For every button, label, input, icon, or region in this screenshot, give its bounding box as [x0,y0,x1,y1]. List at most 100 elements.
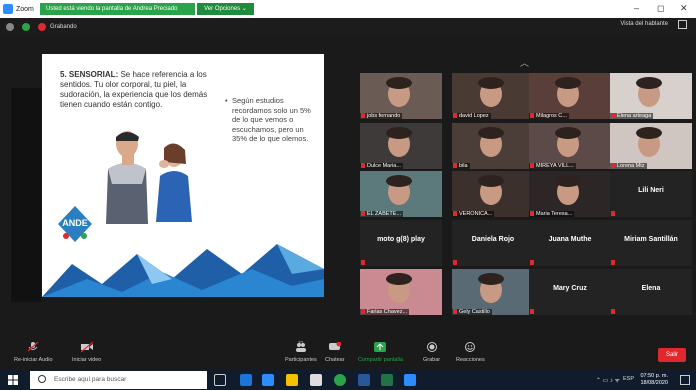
muted-mic-icon [530,260,534,265]
recording-label: Grabando [50,23,77,30]
muted-mic-icon [453,211,457,216]
participant-name: EL ZABETE... [360,211,404,217]
leave-button[interactable]: Salir [658,348,686,362]
notifications-icon[interactable] [680,375,690,385]
participant-hair [386,127,412,139]
muted-mic-icon [530,211,534,216]
participant-gallery: jobs fernando david Lopez Milagros C... Ele… [360,73,696,317]
taskbar-clock[interactable]: 07:50 p. m. 18/08/2020 [640,373,668,387]
participant-name: MIREYA VILL... [529,163,576,169]
participant-tile[interactable]: Milagros C... [529,73,611,119]
chat-button[interactable]: Chatear [325,341,345,363]
participant-tile[interactable]: Juana Muthe [529,220,611,266]
participant-name: Daniela Rojo [471,236,515,243]
reactions-label: Reacciones [456,357,485,363]
participant-tile[interactable]: Farias Chavez... [360,269,442,315]
participant-tile[interactable]: Gely Castillo [452,269,534,315]
participant-hair [555,175,581,187]
record-button[interactable]: Grabar [423,342,440,363]
participant-name: Elena [641,285,661,292]
participant-name: Milagros C... [529,113,569,119]
muted-mic-icon [611,211,615,216]
collapse-gallery-icon[interactable]: ︿ [520,56,529,69]
audio-label: Re-iniciar Audio [14,357,53,363]
participant-tile[interactable]: bila [452,123,534,169]
participant-hair [636,77,662,89]
audio-button[interactable]: Re-iniciar Audio [14,341,53,363]
close-button[interactable]: ✕ [680,3,688,14]
video-button[interactable]: Iniciar video [72,341,101,363]
maximize-button[interactable]: ◻ [657,3,664,14]
meeting-top-strip: Grabando [0,18,696,35]
muted-mic-icon [361,113,365,118]
share-screen-button[interactable]: Compartir pantalla [358,342,403,363]
microphone-icon [27,341,39,352]
participant-hair [478,175,504,187]
search-icon [38,375,46,383]
system-tray-icons[interactable]: ⌃ ▭ ♪ ᯤ [596,376,620,384]
participant-name: Maria Teresa... [529,211,575,217]
participant-tile[interactable]: VERONICA... [452,171,534,217]
file-explorer-icon[interactable] [286,374,298,386]
muted-mic-icon [453,163,457,168]
record-icon [38,22,46,31]
windows-start-icon[interactable] [8,375,18,385]
participant-name: Farias Chavez... [360,309,410,315]
participant-name: Elena arteaga [610,113,654,119]
slide-text-block: 5. SENSORIAL: Se hace referencia a los s… [60,70,220,110]
language-indicator[interactable]: ESP [623,376,634,382]
fullscreen-icon[interactable] [678,20,687,29]
participant-name: moto g(8) play [377,236,425,243]
word-icon[interactable] [358,374,370,386]
participant-hair [386,273,412,285]
info-icon[interactable] [6,22,14,31]
participant-tile[interactable]: Maria Teresa... [529,171,611,217]
participant-hair [636,127,662,139]
task-view-icon[interactable] [214,374,226,386]
participant-tile[interactable]: Lorena Mtz [610,123,692,169]
participant-tile[interactable]: Lili Neri [610,171,692,217]
participant-tile[interactable]: Miriam Santillán [610,220,692,266]
participant-tile[interactable]: david Lopez [452,73,534,119]
participant-name: VERONICA... [452,211,495,217]
zoom-logo-icon [3,4,13,14]
bullet-icon: • [225,96,228,105]
slide-left-border [11,88,41,302]
taskbar-search-input[interactable]: Escribe aquí para buscar [30,371,207,389]
participant-tile[interactable]: jobs fernando [360,73,442,119]
muted-mic-icon [453,309,457,314]
participant-tile[interactable]: Dulce Maria... [360,123,442,169]
participant-tile[interactable]: moto g(8) play [360,220,442,266]
view-options-button[interactable]: Ver Opciones ⌄ [197,3,254,15]
reactions-button[interactable]: Reacciones [456,342,485,363]
shield-icon[interactable] [22,22,30,31]
participant-tile[interactable]: Elena [610,269,692,315]
shared-screen-slide: 5. SENSORIAL: Se hace referencia a los s… [42,54,324,297]
participant-hair [386,175,412,187]
muted-mic-icon [453,113,457,118]
minimize-button[interactable]: – [634,3,639,13]
participant-tile[interactable]: EL ZABETE... [360,171,442,217]
slide-decoration [42,244,324,297]
muted-mic-icon [361,309,365,314]
participant-tile[interactable]: Elena arteaga [610,73,692,119]
speaker-view-button[interactable]: Vista del hablante [620,21,668,27]
participant-name: david Lopez [452,113,491,119]
participant-hair [478,273,504,285]
participant-name: Gely Castillo [452,309,492,315]
edge-icon[interactable] [240,374,252,386]
participant-tile[interactable]: MIREYA VILL... [529,123,611,169]
chrome-icon[interactable] [334,374,346,386]
slide-bullet-text: Según estudios recordamos solo un 5% de … [232,96,311,143]
excel-icon[interactable] [381,374,393,386]
muted-mic-icon [530,163,534,168]
camera-app-icon[interactable] [310,374,322,386]
participant-tile[interactable]: Daniela Rojo [452,220,534,266]
woman-illustration [156,143,192,222]
participant-name: Lorena Mtz [610,163,647,169]
mail-icon[interactable] [262,374,274,386]
participant-name: Juana Muthe [548,236,592,243]
zoom-taskbar-icon[interactable] [404,374,416,386]
smiley-icon [465,342,476,352]
participant-tile[interactable]: Mary Cruz [529,269,611,315]
